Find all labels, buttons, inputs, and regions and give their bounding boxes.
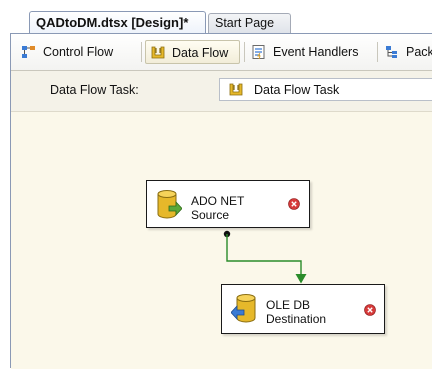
tab-data-flow-label: Data Flow	[172, 46, 229, 60]
control-flow-icon	[22, 46, 35, 58]
ole-db-destination-component[interactable]: OLE DB Destination	[221, 284, 385, 334]
ole-db-destination-label: OLE DB Destination	[266, 298, 326, 326]
tab-package-explorer-label: Packa	[406, 45, 432, 59]
database-source-icon	[157, 190, 182, 219]
path-line	[226, 234, 302, 281]
tab-event-handlers-label: Event Handlers	[273, 45, 359, 59]
tab-data-flow[interactable]: Data Flow	[145, 40, 240, 64]
package-explorer-icon	[386, 46, 397, 58]
error-icon	[364, 304, 376, 316]
tab-package-explorer[interactable]: Packa	[380, 40, 432, 64]
event-handlers-icon	[252, 45, 265, 60]
tab-qadtodm-design[interactable]: QADtoDM.dtsx [Design]*	[29, 11, 206, 33]
data-flow-task-bar: Data Flow Task: Data Flow Task	[11, 71, 432, 112]
tab-event-handlers[interactable]: Event Handlers	[247, 40, 373, 64]
data-flow-icon	[151, 46, 165, 59]
error-icon	[288, 198, 300, 210]
data-flow-canvas[interactable]: ADO NET Source OLE DB Destination	[11, 112, 432, 369]
package-designer: Control Flow Data Flow Event Handlers Pa…	[10, 33, 432, 369]
ado-net-source-label: ADO NET Source	[191, 194, 244, 222]
component-name-line2: Destination	[266, 312, 327, 326]
tab-control-flow-label: Control Flow	[43, 45, 114, 59]
tab-separator	[377, 42, 378, 62]
tab-start-page[interactable]: Start Page	[208, 13, 291, 33]
designer-tab-bar: Control Flow Data Flow Event Handlers Pa…	[11, 34, 432, 71]
ado-net-source-component[interactable]: ADO NET Source	[146, 180, 310, 228]
tab-control-flow[interactable]: Control Flow	[17, 40, 138, 64]
data-flow-task-value: Data Flow Task	[254, 83, 340, 97]
component-name-line1: ADO NET	[191, 194, 245, 208]
data-flow-task-select[interactable]: Data Flow Task	[219, 78, 432, 101]
database-destination-icon	[231, 294, 256, 323]
component-name-line1: OLE DB	[266, 298, 311, 312]
path-arrow-icon	[295, 274, 307, 284]
data-flow-task-label: Data Flow Task:	[50, 83, 139, 97]
data-flow-task-icon	[229, 83, 243, 96]
tab-separator	[141, 42, 142, 62]
document-tab-strip: QADtoDM.dtsx [Design]* Start Page	[0, 0, 432, 36]
component-name-line2: Source	[191, 208, 230, 222]
tab-separator	[244, 42, 245, 62]
